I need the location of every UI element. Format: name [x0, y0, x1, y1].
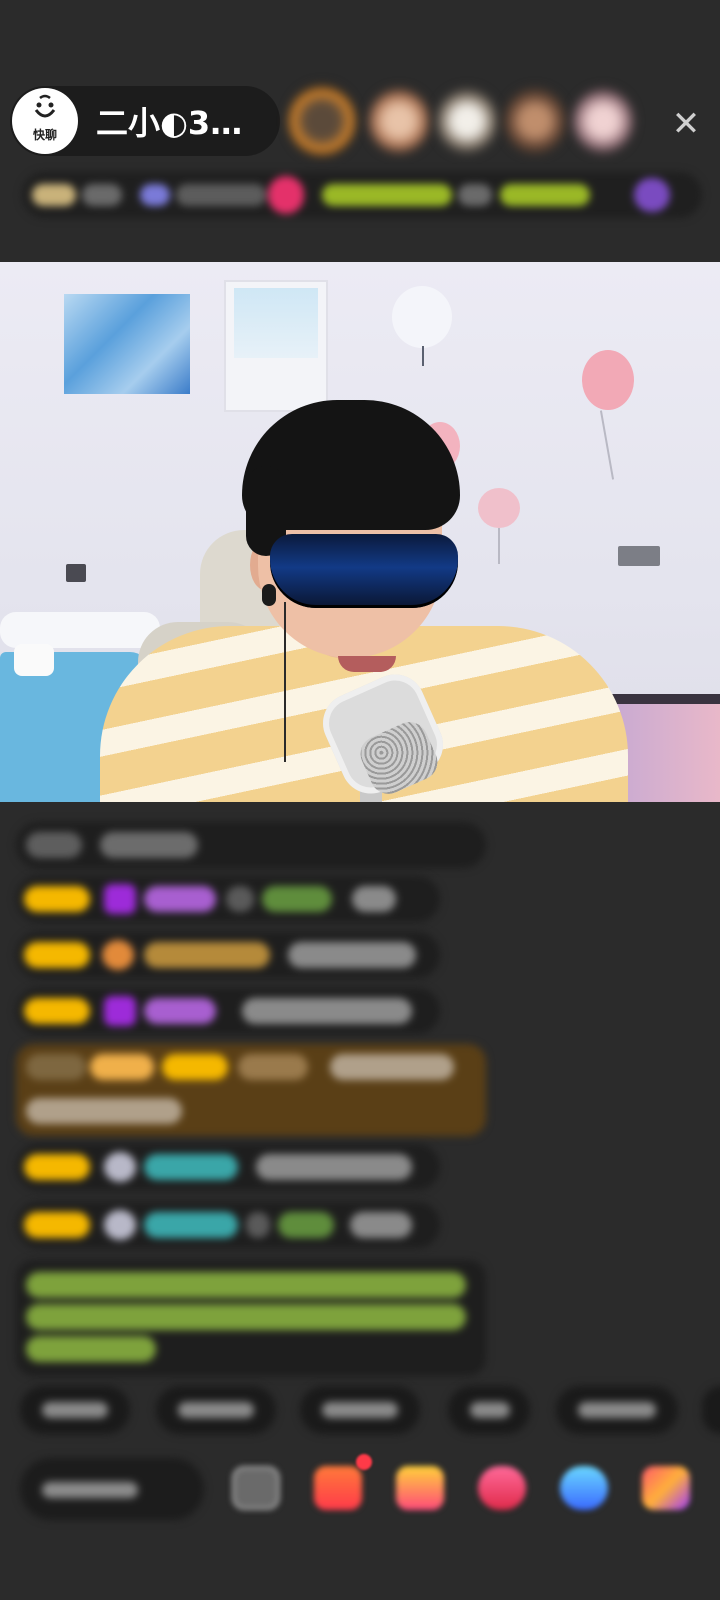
chat-message[interactable]	[16, 876, 440, 922]
level-badge	[24, 1154, 90, 1180]
emoji-icon[interactable]	[232, 1466, 280, 1510]
level-badge	[24, 886, 90, 912]
level-badge	[162, 1054, 228, 1080]
treasure-icon[interactable]	[396, 1466, 444, 1510]
rank-text	[458, 184, 492, 206]
wall-socket	[66, 564, 86, 582]
comment-input[interactable]	[20, 1458, 204, 1520]
quick-reply-chip[interactable]	[156, 1386, 276, 1434]
chat-feed[interactable]	[0, 802, 720, 1376]
app-logo[interactable]: 快聊	[12, 88, 78, 154]
live-video[interactable]	[0, 262, 720, 802]
top-bar: 快聊 二小◐3… ✕	[0, 0, 720, 262]
quick-reply-chip[interactable]	[20, 1386, 130, 1434]
chat-message[interactable]	[16, 988, 440, 1034]
chat-message-highlight[interactable]	[16, 1044, 486, 1136]
rank-badge	[140, 184, 170, 206]
game-icon[interactable]	[560, 1466, 608, 1510]
earphone	[262, 584, 276, 606]
viewer-avatar[interactable]	[368, 88, 430, 154]
wall-poster	[64, 294, 190, 394]
gem-icon	[104, 996, 136, 1026]
level-badge	[24, 942, 90, 968]
balloon	[392, 286, 452, 348]
more-apps-icon[interactable]	[642, 1466, 690, 1510]
bottom-toolbar	[0, 1454, 720, 1530]
viewer-avatar[interactable]	[504, 88, 566, 154]
close-button[interactable]: ✕	[666, 104, 706, 144]
balloon	[582, 350, 634, 410]
badge-icon	[102, 940, 134, 970]
wall-poster	[226, 282, 326, 410]
app-logo-text: 快聊	[32, 128, 57, 142]
sunglasses	[270, 534, 458, 608]
viewer-avatar[interactable]	[572, 88, 634, 154]
chat-message[interactable]	[16, 1144, 440, 1190]
quick-reply-row	[0, 1386, 720, 1436]
viewer-avatar[interactable]	[288, 84, 356, 158]
avatar-icon	[104, 1152, 136, 1182]
rank-badge-row[interactable]	[22, 172, 702, 218]
chat-message[interactable]	[16, 1202, 440, 1248]
streamer-info-pill[interactable]: 快聊 二小◐3…	[10, 86, 280, 156]
system-message[interactable]	[16, 1260, 486, 1376]
rank-text	[176, 184, 266, 206]
quick-reply-chip[interactable]	[300, 1386, 420, 1434]
level-badge	[24, 998, 90, 1024]
heart-gift-icon[interactable]	[478, 1466, 526, 1510]
rank-badge	[32, 184, 76, 206]
quick-reply-chip[interactable]	[448, 1386, 530, 1434]
avatar-icon	[104, 1210, 136, 1240]
balloon	[478, 488, 520, 528]
rank-text	[322, 184, 452, 206]
quick-reply-chip[interactable]	[702, 1386, 720, 1434]
notification-dot	[356, 1454, 372, 1470]
rank-badge	[634, 178, 670, 212]
rank-text	[82, 184, 122, 206]
rank-badge	[268, 176, 304, 214]
quick-reply-chip[interactable]	[556, 1386, 678, 1434]
wall-switch	[618, 546, 660, 566]
streamer-name[interactable]: 二小◐3…	[96, 98, 276, 144]
close-icon: ✕	[671, 104, 701, 144]
viewer-avatar[interactable]	[436, 88, 498, 154]
gem-icon	[104, 884, 136, 914]
chat-message[interactable]	[16, 822, 486, 868]
rank-text	[500, 184, 590, 206]
chat-message[interactable]	[16, 932, 440, 978]
level-badge	[24, 1212, 90, 1238]
gift-box-icon[interactable]	[314, 1466, 362, 1510]
